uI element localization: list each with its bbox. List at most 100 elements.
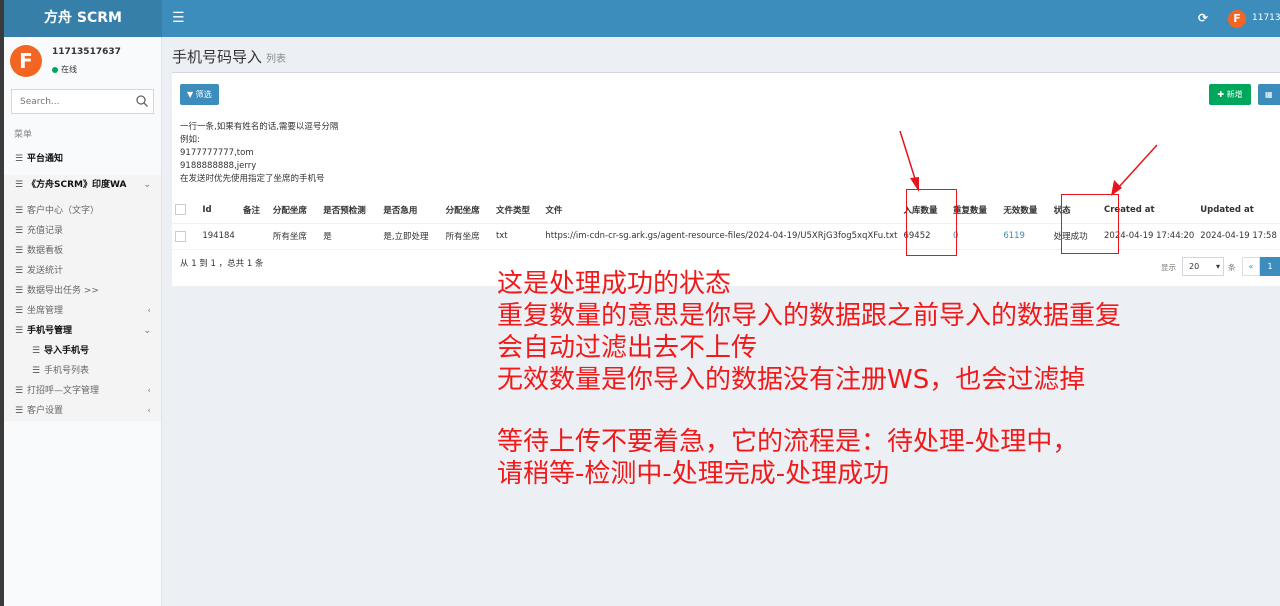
column-header: Updated at	[1197, 197, 1280, 224]
filter-icon: ▼	[187, 90, 196, 99]
sidebar-item-send-stats[interactable]: ☰ 发送统计	[4, 261, 161, 281]
list-icon: ☰	[15, 266, 24, 276]
column-header: 无效数量	[1000, 197, 1051, 224]
cell-seat-2: 所有坐席	[442, 223, 493, 250]
sidebar-item-phone-list[interactable]: ☰ 手机号列表	[4, 361, 161, 381]
column-header: 是否急用	[380, 197, 443, 224]
row-checkbox[interactable]	[175, 230, 186, 242]
cell-invalid-count[interactable]: 6119	[1000, 223, 1051, 250]
sidebar-item-import-phone[interactable]: ☰ 导入手机号	[4, 341, 161, 361]
instruction-line: 在发送时优先使用指定了坐席的手机号	[180, 174, 325, 184]
prev-page-button[interactable]: «	[1242, 257, 1260, 276]
chevron-down-icon: ⌄	[143, 326, 151, 336]
sidebar-item-customer-settings[interactable]: ☰ 客户设置 ‹	[4, 401, 161, 421]
add-button[interactable]: ✚ 新增	[1209, 84, 1251, 105]
sidebar-item-phone-mgmt[interactable]: ☰ 手机号管理 ⌄	[4, 321, 161, 341]
columns-button[interactable]: ▦	[1258, 84, 1280, 105]
cell-file-url[interactable]: https://im-cdn-cr-sg.ark.gs/agent-resour…	[542, 223, 901, 250]
plus-icon: ✚	[1217, 90, 1227, 99]
sidebar-toggle-icon[interactable]: ☰	[172, 0, 185, 37]
sidebar-item-notice[interactable]: ☰ 平台通知	[4, 149, 161, 169]
column-header: 分配坐席	[442, 197, 493, 224]
list-icon: ☰	[32, 346, 41, 356]
sidebar-item-greeting-mgmt[interactable]: ☰ 打招呼—文字管理 ‹	[4, 381, 161, 401]
list-icon: ☰	[15, 246, 24, 256]
column-header: 文件类型	[492, 197, 543, 224]
annotation-line: 等待上传不要着急，它的流程是：待处理-处理中，	[497, 427, 1079, 457]
header-avatar[interactable]: F	[1228, 10, 1246, 28]
list-icon: ☰	[15, 286, 24, 296]
menu-header: 菜单	[14, 130, 33, 140]
window-edge	[0, 0, 4, 606]
select-all-checkbox[interactable]	[175, 204, 186, 216]
sidebar-item-dashboard[interactable]: ☰ 数据看板	[4, 241, 161, 261]
user-name: 11713517637	[52, 47, 121, 57]
sidebar-item-ark-wa[interactable]: ☰ 《方舟SCRM》印度WA ⌄	[4, 175, 161, 195]
annotation-line: 这是处理成功的状态	[497, 269, 732, 299]
sidebar: F 11713517637 在线 菜单 ☰平台通知 ☰《方舟SCRM》印度WA⌄…	[4, 37, 162, 606]
annotation-blank	[497, 396, 1121, 426]
import-instructions: 一行一条,如果有姓名的话,需要以逗号分隔 例如: 9177777777,tom …	[180, 121, 338, 186]
column-header: 是否预检测	[320, 197, 381, 224]
column-header: 备注	[239, 197, 270, 224]
highlight-status	[1061, 194, 1119, 254]
page-title: 手机号码导入	[172, 48, 263, 66]
chevron-down-icon: ▾	[1215, 262, 1220, 271]
column-header: 重复数量	[949, 197, 1001, 224]
chevron-left-icon: ‹	[147, 306, 151, 316]
cell-updated-at: 2024-04-19 17:58	[1197, 223, 1280, 250]
list-icon: ☰	[32, 366, 41, 376]
search-input[interactable]	[12, 90, 127, 113]
column-header[interactable]: Id	[199, 197, 240, 224]
highlight-stored-count	[906, 189, 957, 256]
page-1-button[interactable]: 1	[1260, 257, 1280, 276]
sidebar-item-seat-mgmt[interactable]: ☰ 坐席管理 ‹	[4, 301, 161, 321]
online-dot-icon	[52, 66, 58, 73]
list-icon: ☰	[15, 406, 24, 416]
refresh-icon[interactable]: ⟳	[1198, 0, 1208, 37]
list-icon: ☰	[15, 386, 24, 396]
cell-remark	[239, 223, 270, 250]
list-icon: ☰	[15, 326, 24, 336]
list-icon: ☰	[15, 180, 24, 190]
cell-duplicate-count[interactable]: 0	[949, 223, 1001, 250]
instruction-line: 一行一条,如果有姓名的话,需要以逗号分隔	[180, 122, 339, 132]
header-user-name[interactable]: 117135	[1252, 0, 1280, 37]
top-navbar: 方舟 SCRM ☰ ⟳ F 117135	[4, 0, 1280, 37]
instruction-line: 9188888888,jerry	[180, 161, 257, 171]
annotation-text: 这是处理成功的状态 重复数量的意思是你导入的数据跟之前导入的数据重复 会自动过滤…	[497, 268, 1121, 490]
annotation-line: 无效数量是你导入的数据没有注册WS，也会过滤掉	[497, 365, 1086, 395]
chevron-left-icon: ‹	[147, 406, 151, 416]
page-subtitle: 列表	[266, 54, 287, 65]
chevron-down-icon: ⌄	[143, 180, 151, 190]
content-header: 手机号码导入 列表	[172, 46, 286, 67]
per-page-select[interactable]: 20 ▾	[1182, 257, 1224, 276]
cell-urgent: 是,立即处理	[380, 223, 443, 250]
sidebar-item-export-tasks[interactable]: ☰ 数据导出任务 >>	[4, 281, 161, 301]
app-logo[interactable]: 方舟 SCRM	[4, 0, 162, 37]
cell-seat: 所有坐席	[269, 223, 321, 250]
filter-button[interactable]: ▼ 筛选	[180, 84, 219, 105]
per-page-label: 显示	[1161, 263, 1176, 272]
sidebar-item-recharge[interactable]: ☰ 充值记录	[4, 221, 161, 241]
list-icon: ☰	[15, 206, 24, 216]
sidebar-group: ☰ 《方舟SCRM》印度WA ⌄ ☰ 客户中心（文字） ☰ 充值记录 ☰ 数据看板 ☰ 发送…	[4, 175, 161, 421]
sidebar-search	[11, 89, 154, 114]
cell-precheck: 是	[320, 223, 381, 250]
chevron-left-icon: ‹	[147, 386, 151, 396]
list-icon: ☰	[15, 306, 24, 316]
per-page-unit: 条	[1228, 263, 1236, 272]
pagination-summary: 从 1 到 1 ，总共 1 条	[180, 259, 264, 269]
instruction-line: 9177777777,tom	[180, 148, 254, 158]
sidebar-item-customer-center[interactable]: ☰ 客户中心（文字）	[4, 201, 161, 221]
cell-file-type: txt	[492, 223, 543, 250]
instruction-line: 例如:	[180, 135, 200, 145]
user-status: 在线	[52, 64, 77, 75]
cell-id: 194184	[199, 223, 240, 250]
sidebar-nav: ☰ 平台通知 ☰ 《方舟SCRM》印度WA ⌄ ☰ 客户中心（文字） ☰ 充值记录 ☰ 数据…	[4, 149, 161, 421]
list-icon: ☰	[15, 154, 24, 164]
grid-icon: ▦	[1265, 90, 1273, 99]
search-icon[interactable]	[135, 94, 149, 108]
avatar: F	[10, 45, 42, 77]
annotation-line: 会自动过滤出去不上传	[497, 333, 758, 363]
